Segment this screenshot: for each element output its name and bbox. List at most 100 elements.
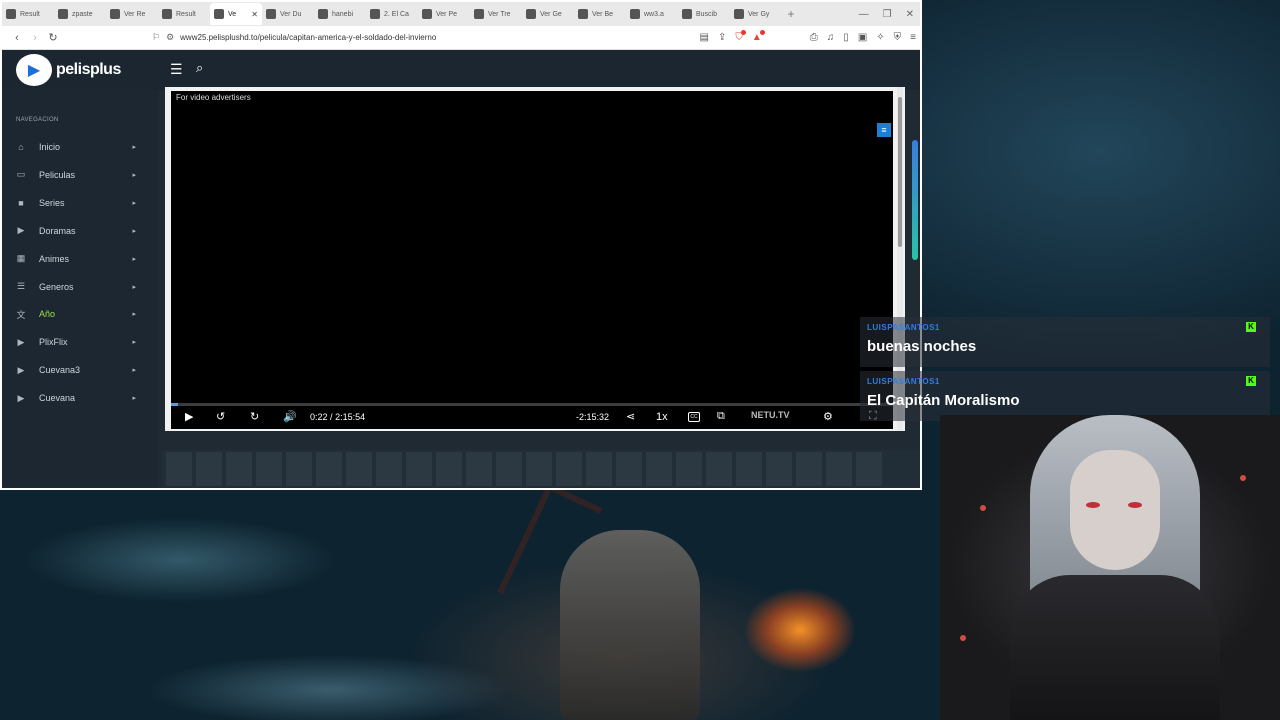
menu-icon[interactable]: ≡ bbox=[910, 32, 916, 43]
progress-bar[interactable] bbox=[171, 403, 893, 406]
nav-label: Inicio bbox=[39, 142, 61, 152]
rewards-icon[interactable]: ▲ bbox=[752, 30, 765, 43]
thumbnail[interactable] bbox=[616, 452, 642, 486]
page-scrollbar[interactable] bbox=[912, 140, 918, 260]
screenshot-icon[interactable]: ⎙ bbox=[810, 32, 818, 43]
bookmark-icon[interactable]: ⚐ bbox=[152, 32, 160, 43]
thumbnail[interactable] bbox=[766, 452, 792, 486]
thumbnail[interactable] bbox=[676, 452, 702, 486]
player-scroll-thumb[interactable] bbox=[898, 97, 902, 247]
site-info-icon[interactable]: ⚙ bbox=[166, 32, 174, 43]
back-icon[interactable]: ‹ bbox=[8, 32, 26, 44]
nav-heading: NAVEGACION bbox=[16, 117, 59, 123]
thumbnail[interactable] bbox=[706, 452, 732, 486]
site-logo[interactable]: ▶ pelisplus bbox=[16, 54, 121, 86]
thumbnail[interactable] bbox=[466, 452, 492, 486]
browser-tab[interactable]: hanebi bbox=[314, 3, 366, 25]
tab-label: Ver Tre bbox=[488, 10, 511, 18]
sidebar-icon[interactable]: ▯ bbox=[843, 32, 849, 43]
nav-item-cuevana3[interactable]: ▶ Cuevana3 ▸ bbox=[2, 360, 158, 380]
forward-10-icon[interactable]: ↻ bbox=[250, 410, 259, 423]
share-icon[interactable]: ⋖ bbox=[626, 410, 635, 423]
browser-tab[interactable]: Result bbox=[158, 3, 210, 25]
thumbnail[interactable] bbox=[166, 452, 192, 486]
browser-tab[interactable]: Ver Gy bbox=[730, 3, 782, 25]
thumbnail[interactable] bbox=[826, 452, 852, 486]
thumbnail[interactable] bbox=[526, 452, 552, 486]
nav-item-año[interactable]: 文 Año ▸ bbox=[2, 304, 158, 324]
speed-button[interactable]: 1x bbox=[656, 411, 668, 423]
nav-item-cuevana[interactable]: ▶ Cuevana ▸ bbox=[2, 388, 158, 408]
browser-tab[interactable]: Ver Ge bbox=[522, 3, 574, 25]
thumbnail[interactable] bbox=[646, 452, 672, 486]
google-icon bbox=[6, 9, 16, 19]
share-icon[interactable]: ⇪ bbox=[718, 32, 726, 43]
browser-tab[interactable]: Ver Tre bbox=[470, 3, 522, 25]
player-menu-icon[interactable]: ≡ bbox=[877, 123, 891, 137]
browser-tab[interactable]: Buscib bbox=[678, 3, 730, 25]
browser-tab[interactable]: ww3.a bbox=[626, 3, 678, 25]
search-icon[interactable]: ⌕ bbox=[196, 60, 203, 76]
thumbnail[interactable] bbox=[196, 452, 222, 486]
nav-item-series[interactable]: ■ Series ▸ bbox=[2, 193, 158, 213]
forward-icon[interactable]: › bbox=[26, 32, 44, 44]
brave-shield-icon[interactable]: ⛉ bbox=[735, 30, 746, 43]
hamburger-menu-icon[interactable]: ☰ bbox=[170, 61, 183, 78]
circle-icon bbox=[578, 9, 588, 19]
browser-tab[interactable]: zpaste bbox=[54, 3, 106, 25]
url-text: www25.pelisplushd.to/pelicula/capitan-am… bbox=[180, 33, 437, 42]
browser-tab[interactable]: Ver Pe bbox=[418, 3, 470, 25]
thumbnail[interactable] bbox=[256, 452, 282, 486]
vpn-icon[interactable]: ⛨ bbox=[894, 32, 902, 43]
thumbnail[interactable] bbox=[436, 452, 462, 486]
thumbnail[interactable] bbox=[586, 452, 612, 486]
music-icon[interactable]: ♫ bbox=[827, 32, 835, 43]
tab-label: Ver Ge bbox=[540, 10, 562, 18]
pip-icon[interactable]: ⧉ bbox=[717, 410, 725, 423]
browser-tab[interactable]: Ver Re bbox=[106, 3, 158, 25]
thumbnail[interactable] bbox=[406, 452, 432, 486]
browser-tab[interactable]: Ver Be bbox=[574, 3, 626, 25]
nav-item-animes[interactable]: ▦ Animes ▸ bbox=[2, 249, 158, 269]
thumbnail[interactable] bbox=[226, 452, 252, 486]
thumbnail[interactable] bbox=[856, 452, 882, 486]
thumbnail[interactable] bbox=[316, 452, 342, 486]
video-area[interactable]: For video advertisers ≡ ▶ ↺ ↻ 🔊 0:22 / 2… bbox=[171, 91, 893, 429]
nav-label: Generos bbox=[39, 281, 74, 292]
thumbnail[interactable] bbox=[376, 452, 402, 486]
thumbnail[interactable] bbox=[346, 452, 372, 486]
restore-icon[interactable]: ❐ bbox=[883, 9, 892, 20]
new-tab-button[interactable]: + bbox=[782, 7, 800, 21]
thumbnail[interactable] bbox=[556, 452, 582, 486]
close-window-icon[interactable]: ✕ bbox=[906, 9, 914, 20]
volume-icon[interactable]: 🔊 bbox=[283, 410, 297, 423]
browser-tab[interactable]: Result bbox=[2, 3, 54, 25]
thumbnail[interactable] bbox=[736, 452, 762, 486]
logo-play-icon: ▶ bbox=[16, 54, 52, 86]
url-field[interactable]: ⚐ ⚙ www25.pelisplushd.to/pelicula/capita… bbox=[152, 29, 632, 47]
browser-tab[interactable]: Ver Du bbox=[262, 3, 314, 25]
ai-icon[interactable]: ✧ bbox=[876, 32, 884, 43]
rewind-10-icon[interactable]: ↺ bbox=[216, 410, 225, 423]
nav-item-plixflix[interactable]: ▶ PlixFlix ▸ bbox=[2, 332, 158, 352]
browser-tab[interactable]: 2. El Ca bbox=[366, 3, 418, 25]
nav-item-generos[interactable]: ☰ Generos ▸ bbox=[2, 277, 158, 297]
minimize-icon[interactable]: — bbox=[859, 9, 869, 20]
reload-icon[interactable]: ↻ bbox=[44, 31, 62, 44]
settings-icon[interactable]: ⚙ bbox=[823, 410, 833, 423]
nav-item-inicio[interactable]: ⌂ Inicio ▸ bbox=[2, 137, 158, 157]
nav-item-doramas[interactable]: ▶ Doramas ▸ bbox=[2, 221, 158, 241]
thumbnail[interactable] bbox=[796, 452, 822, 486]
thumbnail[interactable] bbox=[286, 452, 312, 486]
play-icon[interactable]: ▶ bbox=[185, 410, 193, 423]
thumbnail[interactable] bbox=[496, 452, 522, 486]
nav-item-peliculas[interactable]: ▭ Peliculas ▸ bbox=[2, 165, 158, 185]
chevron-right-icon: ▸ bbox=[132, 367, 136, 375]
browser-tab[interactable]: Ve ✕ bbox=[210, 3, 262, 25]
chevron-right-icon: ▸ bbox=[132, 283, 136, 291]
wallet-icon[interactable]: ▣ bbox=[858, 32, 867, 43]
play-icon: ▶ bbox=[17, 336, 25, 347]
reader-icon[interactable]: ▤ bbox=[700, 32, 709, 43]
close-tab-icon[interactable]: ✕ bbox=[251, 10, 258, 19]
captions-button[interactable]: CC bbox=[688, 412, 700, 422]
